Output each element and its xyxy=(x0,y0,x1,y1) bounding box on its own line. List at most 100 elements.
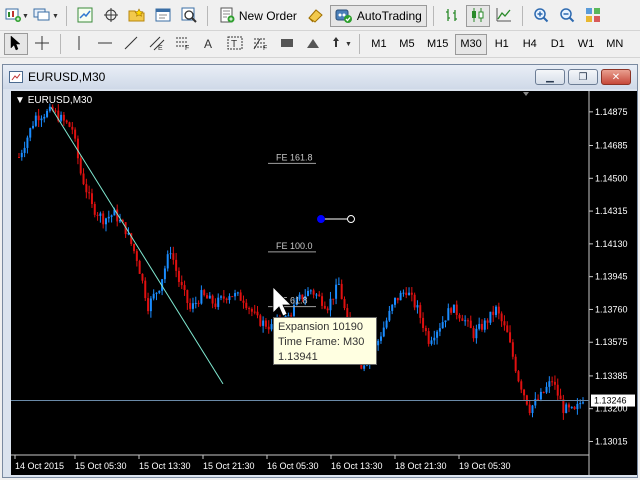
candle-body xyxy=(228,296,231,301)
svg-text:F: F xyxy=(185,45,189,51)
autotrading-button[interactable]: AutoTrading xyxy=(329,5,427,27)
timeframe-m1-button[interactable]: M1 xyxy=(366,34,392,55)
triangle-button[interactable] xyxy=(301,33,325,55)
arrows-button[interactable]: ▼ xyxy=(327,33,353,55)
timeframe-m5-button[interactable]: M5 xyxy=(394,34,420,55)
candle-body xyxy=(133,243,136,252)
candle-body xyxy=(88,192,91,194)
candle-body xyxy=(579,403,582,405)
price-tick-label: 1.14500 xyxy=(595,173,628,183)
cursor-button[interactable] xyxy=(4,33,28,55)
timeframe-d1-button[interactable]: D1 xyxy=(545,34,571,55)
trend-line[interactable] xyxy=(50,107,224,385)
candle-body xyxy=(340,283,343,300)
chart-shift-marker-icon[interactable] xyxy=(523,92,529,96)
autotrading-label: AutoTrading xyxy=(356,9,422,23)
metaeditor-button[interactable] xyxy=(304,5,328,27)
zoom-in-button[interactable] xyxy=(529,5,553,27)
minimize-button[interactable]: ▁ xyxy=(535,69,565,85)
candlestick-button[interactable] xyxy=(465,5,490,27)
maximize-button[interactable]: ❐ xyxy=(568,69,598,85)
candle-body xyxy=(191,303,194,309)
candle-body xyxy=(539,391,542,400)
crosshair-button[interactable] xyxy=(99,5,123,27)
candle-body xyxy=(433,337,436,341)
close-button[interactable]: ✕ xyxy=(601,69,631,85)
rectangle-button[interactable] xyxy=(275,33,299,55)
candle-body xyxy=(363,365,366,369)
candle-body xyxy=(542,391,545,393)
bar-chart-button[interactable] xyxy=(440,5,464,27)
candle-body xyxy=(525,395,528,405)
candle-body xyxy=(208,295,211,299)
candle-body xyxy=(309,290,312,292)
metaeditor-icon xyxy=(307,7,325,26)
fibo-anchor-point[interactable] xyxy=(317,215,325,224)
toolbar-separator xyxy=(432,6,434,26)
candle-body xyxy=(107,216,110,219)
candle-body xyxy=(511,342,514,357)
candle-body xyxy=(503,321,506,326)
chart-symbol-label: ▼ EURUSD,M30 xyxy=(15,95,92,106)
candle-body xyxy=(321,296,324,306)
candle-body xyxy=(82,173,85,185)
tile-windows-button[interactable] xyxy=(581,5,605,27)
chart-canvas[interactable]: FE 161.8FE 100.0FE 61.81.148751.146851.1… xyxy=(11,91,637,475)
fibonacci-retracement-button[interactable]: F xyxy=(171,33,195,55)
profiles-button[interactable]: ▼ xyxy=(32,5,60,27)
market-watch-button[interactable] xyxy=(73,5,97,27)
candle-body xyxy=(149,298,152,312)
terminal-button[interactable] xyxy=(151,5,175,27)
candle-body xyxy=(110,215,113,217)
candle-body xyxy=(413,294,416,308)
fibo-expansion-button[interactable]: F xyxy=(249,33,273,55)
trendline-button[interactable] xyxy=(119,33,143,55)
line-chart-button[interactable] xyxy=(492,5,516,27)
new-order-button[interactable]: New Order xyxy=(214,5,302,27)
candle-body xyxy=(152,293,155,299)
candle-body xyxy=(548,381,551,387)
timeframe-w1-button[interactable]: W1 xyxy=(573,34,600,55)
time-tick-label: 15 Oct 21:30 xyxy=(203,461,255,471)
mt4-terminal: ▼ ▼ New Order AutoTrading E F A T F ▼ M1… xyxy=(0,0,640,480)
timeframe-mn-button[interactable]: MN xyxy=(601,34,628,55)
candle-body xyxy=(236,292,239,294)
zoom-out-button[interactable] xyxy=(555,5,579,27)
chart-window-titlebar[interactable]: EURUSD,M30 ▁ ❐ ✕ xyxy=(3,65,637,89)
time-tick-label: 16 Oct 05:30 xyxy=(267,461,319,471)
candle-body xyxy=(537,398,540,400)
candle-body xyxy=(206,295,208,299)
toolbar-separator xyxy=(65,6,67,26)
text-label-button[interactable]: T xyxy=(223,33,247,55)
candle-body xyxy=(211,295,214,304)
navigator-button[interactable] xyxy=(125,5,149,27)
timeframe-h4-button[interactable]: H4 xyxy=(517,34,543,55)
candle-body xyxy=(377,340,380,346)
time-tick-label: 15 Oct 13:30 xyxy=(139,461,191,471)
time-tick-label: 18 Oct 21:30 xyxy=(395,461,447,471)
price-chart[interactable]: FE 161.8 FE 100.0 FE 61.8 1.14875 1.14685 1.1… xyxy=(11,91,637,475)
fibo-anchor-point[interactable] xyxy=(347,215,355,224)
horizontal-line-icon xyxy=(97,36,113,53)
new-chart-button[interactable]: ▼ xyxy=(4,5,30,27)
minimize-icon: ▁ xyxy=(546,71,554,83)
candle-body xyxy=(197,302,200,304)
tester-button[interactable] xyxy=(177,5,201,27)
timeframe-m30-button[interactable]: M30 xyxy=(455,33,487,55)
text-button[interactable]: A xyxy=(197,33,221,55)
vertical-line-button[interactable] xyxy=(67,33,91,55)
zoom-in-icon xyxy=(533,7,549,26)
equidistant-channel-button[interactable]: E xyxy=(145,33,169,55)
candle-body xyxy=(26,137,29,148)
timeframe-h1-button[interactable]: H1 xyxy=(489,34,515,55)
time-tick-label: 16 Oct 13:30 xyxy=(331,461,383,471)
chart-menu-icon[interactable]: ▼ xyxy=(15,95,25,106)
candle-body xyxy=(346,308,349,318)
candle-body xyxy=(399,292,402,301)
crosshair-tool-button[interactable] xyxy=(30,33,54,55)
candle-body xyxy=(565,404,568,413)
horizontal-line-button[interactable] xyxy=(93,33,117,55)
price-tick-label: 1.14875 xyxy=(595,107,628,117)
timeframe-m15-button[interactable]: M15 xyxy=(422,34,453,55)
candle-body xyxy=(332,298,335,300)
